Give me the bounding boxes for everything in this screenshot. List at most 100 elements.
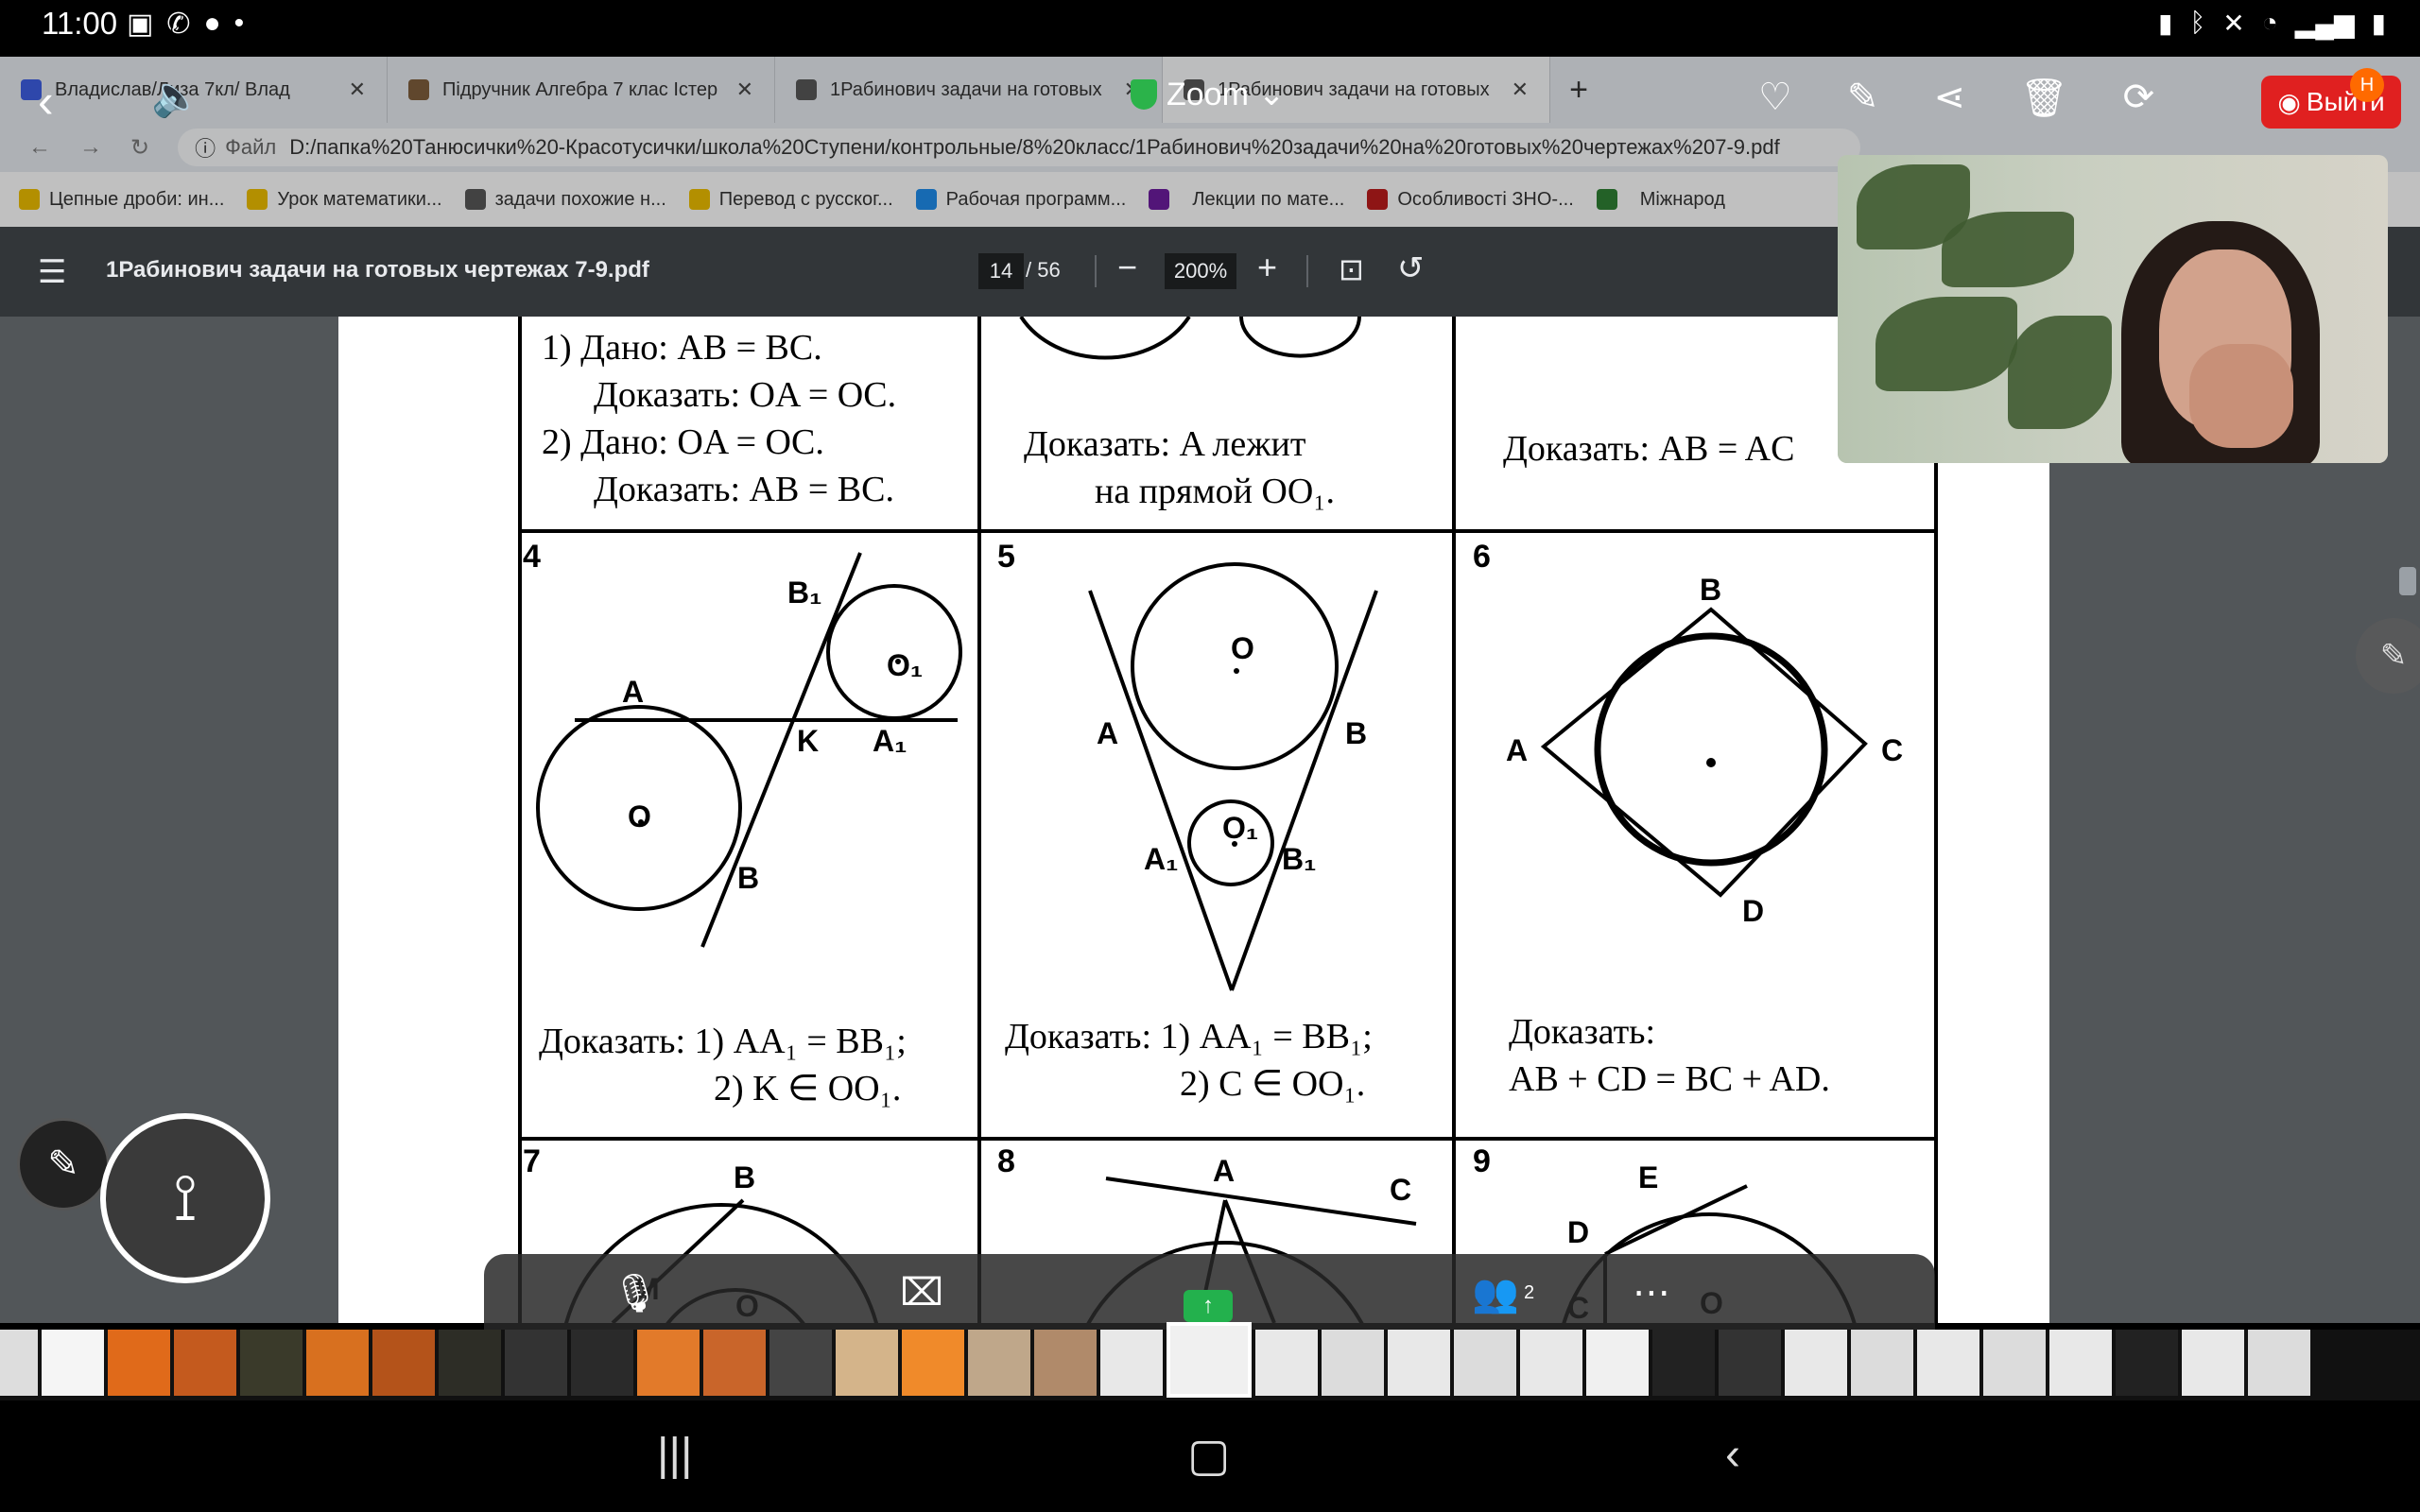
recent-thumbnail[interactable] [372,1330,435,1396]
microphone-icon[interactable]: 🎙 [612,1271,660,1315]
recent-thumbnail[interactable] [1034,1330,1097,1396]
recent-thumbnail[interactable] [1322,1330,1384,1396]
point-label: O₁ [1222,811,1258,845]
zoom-in-button[interactable]: + [1257,248,1277,287]
menu-icon[interactable]: ☰ [38,253,66,291]
problem-line: Доказать: 1) AA₁ = BB₁; [539,1022,907,1061]
back-icon[interactable]: ‹ [38,74,54,129]
recent-thumbnail[interactable] [439,1330,501,1396]
recents-icon[interactable]: ||| [657,1429,692,1481]
point-label: D [1742,894,1764,928]
problem-line: Доказать: [1509,1012,1656,1052]
point-label: C [1390,1173,1411,1207]
problem-line: Доказать: A лежит [1024,424,1306,464]
annotate-button[interactable]: ✎ [17,1118,110,1211]
pencil-icon[interactable]: ✎ [1847,76,1879,120]
zoom-out-button[interactable]: − [1117,248,1137,287]
zoom-level-input[interactable]: 200% [1165,253,1236,289]
recent-thumbnail[interactable] [306,1330,369,1396]
recent-thumbnail[interactable] [571,1330,633,1396]
problem-line: 2) Дано: OA = OC. [542,422,824,462]
share-icon[interactable]: ⋖ [1933,76,1965,120]
problem-line: Доказать: AB = BC. [594,470,894,509]
recent-thumbnail[interactable] [42,1330,104,1396]
status-left-icons: ▣ ✆ ● • [127,8,244,41]
recent-thumbnail-selected[interactable] [1167,1322,1252,1398]
recents-filmstrip [0,1322,2420,1400]
more-icon[interactable]: ⋯ [1633,1271,1670,1314]
home-icon[interactable]: ▢ [1187,1429,1230,1482]
recent-thumbnail[interactable] [1719,1330,1781,1396]
video-off-icon[interactable]: ⌧ [900,1271,943,1314]
signal-icon: ▂▄▆ [2294,9,2355,38]
cast-icon: ⟟ [172,1160,199,1234]
point-label: B₁ [787,576,821,610]
share-screen-button[interactable]: ⟟ [100,1113,270,1283]
recent-thumbnail[interactable] [1652,1330,1715,1396]
recent-thumbnail[interactable] [1255,1330,1318,1396]
problem-number: 7 [523,1143,541,1179]
recent-thumbnail[interactable] [1851,1330,1913,1396]
recent-thumbnail[interactable] [240,1330,302,1396]
point-label: B₁ [1282,842,1316,876]
recent-thumbnail[interactable] [2116,1330,2178,1396]
recent-thumbnail[interactable] [0,1330,38,1396]
recent-thumbnail[interactable] [1586,1330,1649,1396]
point-label: D [1567,1215,1589,1249]
point-label: B [737,861,759,895]
page-title: 1Рабинович задачи на готовых чертежах 7-… [106,257,649,283]
recent-thumbnail[interactable] [108,1330,170,1396]
recent-thumbnail[interactable] [2049,1330,2112,1396]
recent-thumbnail[interactable] [1454,1330,1516,1396]
recent-thumbnail[interactable] [1785,1330,1847,1396]
point-label: B [734,1160,755,1194]
divider [1095,255,1097,287]
page-number-input[interactable]: 14 [978,253,1024,289]
recent-thumbnail[interactable] [769,1330,832,1396]
recent-thumbnail[interactable] [968,1330,1030,1396]
point-label: A₁ [1144,842,1178,876]
battery-saver-icon: ▮ [2158,9,2173,38]
participant-video[interactable] [1838,155,2388,463]
recent-thumbnail[interactable] [1917,1330,1979,1396]
problem-line: Доказать: AB = AC [1503,429,1795,469]
recent-thumbnail[interactable] [637,1330,700,1396]
participants-icon[interactable]: 👥 [1472,1271,1519,1315]
point-label: C [1881,733,1903,767]
problem-number: 8 [997,1143,1015,1179]
zoom-bottom-bar: 🎙 ⌧ ↑ 👥 2 ⋯ [484,1254,1935,1330]
point-label: A [622,675,644,709]
recent-thumbnail[interactable] [1388,1330,1450,1396]
rotate-icon[interactable]: ↺ [1397,249,1425,287]
trash-icon[interactable]: 🗑 [2020,76,2068,120]
point-label: B [1700,573,1721,607]
account-icon: ● [203,8,221,39]
recent-thumbnail[interactable] [1520,1330,1582,1396]
scrollbar-thumb[interactable] [2399,567,2416,595]
recent-thumbnail[interactable] [1100,1330,1163,1396]
share-icon[interactable]: ↑ [1184,1290,1233,1322]
recent-thumbnail[interactable] [836,1330,898,1396]
recent-thumbnail[interactable] [2248,1330,2310,1396]
recent-thumbnail[interactable] [1983,1330,2046,1396]
point-label: K [797,724,819,758]
status-right-icons: ▮ ᛒ ✕ ◔ ▂▄▆ ▮ [2158,8,2386,39]
problem-2-text: Доказать: A лежит на прямой OO₁. [1024,421,1335,515]
fit-page-icon[interactable]: ⊡ [1339,251,1364,287]
recent-thumbnail[interactable] [902,1330,964,1396]
problem-line: Доказать: 1) AA₁ = BB₁; [1005,1017,1373,1057]
recent-thumbnail[interactable] [174,1330,236,1396]
zoom-title[interactable]: Zoom ⌄ [1131,76,1285,113]
problem-line: 2) K ∈ OO₁. [714,1069,902,1108]
wifi-icon: ◔ [2261,8,2278,37]
refresh-icon[interactable]: ⟳ [2123,76,2155,120]
recent-thumbnail[interactable] [505,1330,567,1396]
back-icon[interactable]: ‹ [1725,1429,1740,1481]
heart-icon[interactable]: ♡ [1758,76,1792,120]
speaker-icon[interactable]: 🔈 [151,74,200,120]
recent-thumbnail[interactable] [2182,1330,2244,1396]
problem-5-text: Доказать: 1) AA₁ = BB₁; 2) C ∈ OO₁. [1005,1013,1373,1108]
problem-number: 9 [1473,1143,1491,1179]
chevron-down-icon: ⌄ [1257,77,1286,112]
recent-thumbnail[interactable] [703,1330,766,1396]
